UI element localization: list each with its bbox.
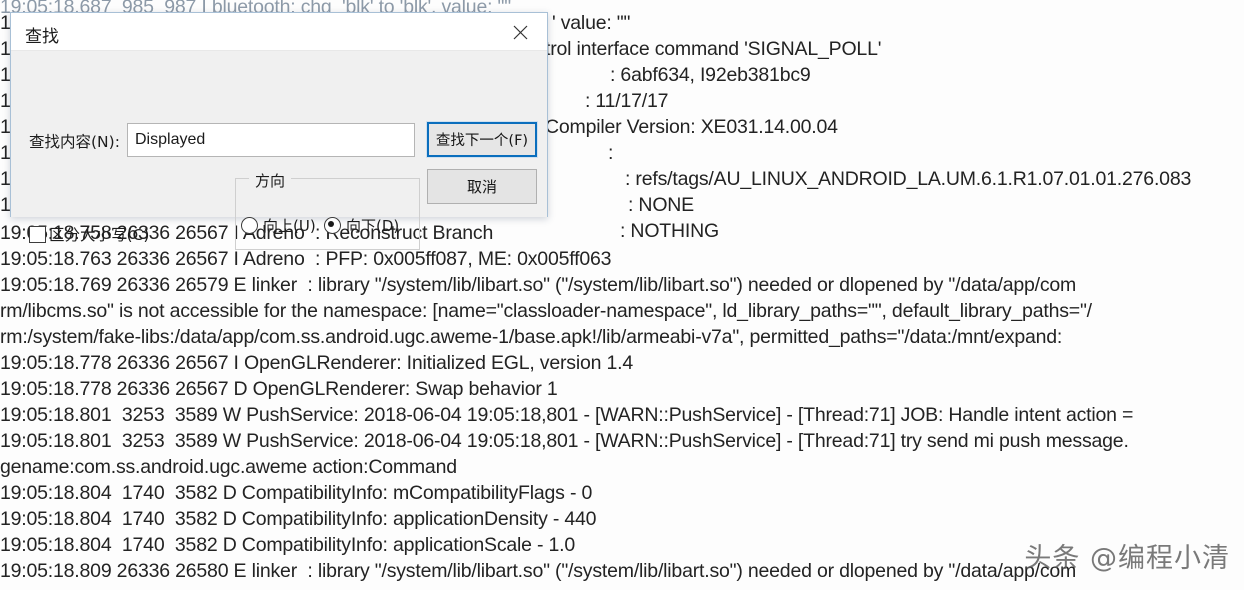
search-input[interactable]	[127, 123, 415, 157]
find-next-label: 查找下一个(F)	[435, 133, 529, 149]
log-line: 19:05:18.804 1740 3582 D CompatibilityIn…	[0, 508, 597, 530]
radio-down-label: 向下(D)	[346, 217, 400, 235]
log-line: 19:05:18.778 26336 26567 D OpenGLRendere…	[0, 378, 558, 400]
checkbox-unchecked-icon	[29, 225, 46, 243]
log-line: : NONE	[628, 194, 694, 216]
close-icon[interactable]	[501, 17, 539, 47]
dialog-title: 查找	[25, 27, 59, 47]
direction-legend: 方向	[249, 170, 292, 191]
dialog-titlebar[interactable]: 查找	[11, 13, 547, 51]
radio-up-label: 向上(U)	[263, 217, 316, 235]
log-line: 19:05:18.778 26336 26567 I OpenGLRendere…	[0, 352, 633, 374]
radio-checked-icon	[324, 217, 341, 234]
log-line: trol interface command 'SIGNAL_POLL'	[545, 38, 882, 60]
match-case-checkbox[interactable]: 区分大小写(C)	[29, 223, 149, 245]
log-line: Compiler Version: XE031.14.00.04	[545, 116, 838, 138]
log-line: gename:com.ss.android.ugc.aweme action:C…	[0, 456, 457, 478]
log-line: 19:05:18.801 3253 3589 W PushService: 20…	[0, 404, 1134, 426]
match-case-label: 区分大小写(C)	[49, 226, 150, 244]
log-line: 19:05:18.804 1740 3582 D CompatibilityIn…	[0, 482, 593, 504]
log-line: ' value: ""	[552, 12, 631, 34]
log-line: : 6abf634, I92eb381bc9	[610, 64, 811, 86]
find-what-label: 查找内容(N):	[29, 133, 120, 151]
log-line: rm/libcms.so" is not accessible for the …	[0, 300, 1092, 322]
dialog-body: 查找内容(N): 查找下一个(F) 取消 方向 向上(U) 向下(D) 区分大小…	[11, 51, 547, 250]
cancel-label: 取消	[466, 178, 497, 196]
log-line: 19:05:18.769 26336 26579 E linker : libr…	[0, 274, 1077, 296]
find-dialog: 查找 查找内容(N): 查找下一个(F) 取消 方向 向上(U) 向下(D)	[10, 12, 548, 250]
log-line: :	[608, 142, 614, 164]
log-line: : 11/17/17	[585, 90, 669, 112]
watermark: 头条 @编程小清	[1024, 543, 1230, 574]
log-line: rm:/system/fake-libs:/data/app/com.ss.an…	[0, 326, 1063, 348]
cancel-button[interactable]: 取消	[427, 169, 537, 204]
radio-direction-up[interactable]: 向上(U)	[241, 215, 316, 236]
log-line: 19:05:18.809 26336 26580 E linker : libr…	[0, 560, 1077, 582]
radio-unchecked-icon	[241, 217, 258, 234]
find-next-button[interactable]: 查找下一个(F)	[426, 121, 538, 158]
log-line: 19:05:18.804 1740 3582 D CompatibilityIn…	[0, 534, 576, 556]
log-line: : NOTHING	[620, 220, 719, 242]
log-line: 19:05:18.801 3253 3589 W PushService: 20…	[0, 430, 1129, 452]
radio-direction-down[interactable]: 向下(D)	[324, 215, 399, 236]
log-line: : refs/tags/AU_LINUX_ANDROID_LA.UM.6.1.R…	[625, 168, 1192, 190]
